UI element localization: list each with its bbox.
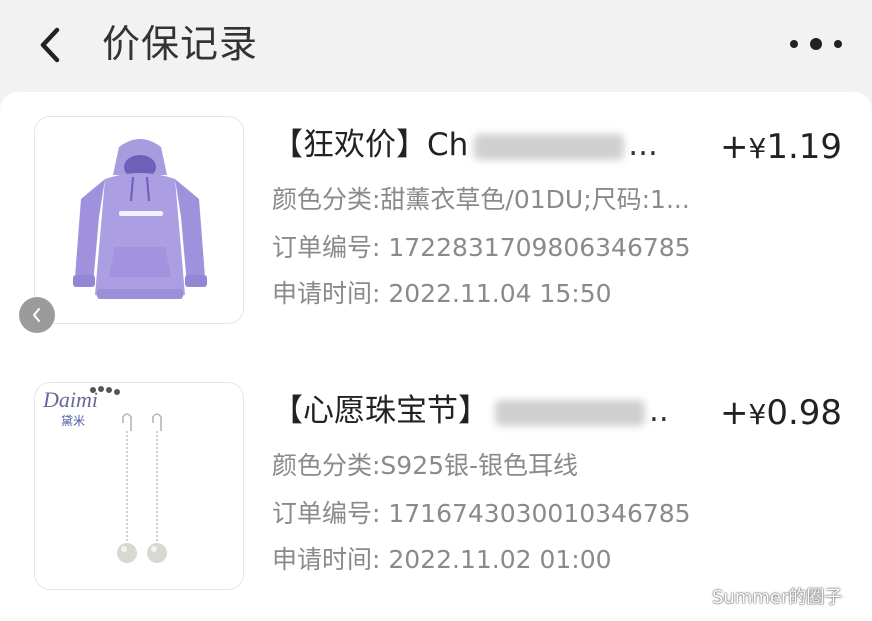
- previous-button[interactable]: [19, 297, 55, 333]
- brand-logo-sub: 黛米: [61, 414, 85, 428]
- product-title: 【心愿珠宝节】...: [272, 388, 672, 434]
- price-sign: +: [720, 127, 749, 167]
- blurred-text: [495, 399, 645, 426]
- chevron-left-icon: [33, 308, 40, 322]
- title-ellipsis: ...: [628, 127, 658, 163]
- order-number: 订单编号: 1716743030010346785: [272, 499, 691, 528]
- watermark: Summer的圈子: [712, 587, 843, 608]
- refund-amount: +¥1.19: [720, 124, 850, 170]
- refund-amount: +¥0.98: [720, 390, 850, 436]
- hoodie-image: [73, 139, 207, 299]
- product-thumbnail[interactable]: [34, 116, 244, 324]
- product-thumbnail[interactable]: Daimi 黛米: [34, 382, 244, 590]
- more-dot-center: [810, 38, 822, 50]
- more-options-button[interactable]: [790, 28, 842, 60]
- price-value: 0.98: [766, 393, 843, 433]
- price-value: 1.19: [766, 127, 843, 167]
- more-dot-right: [834, 40, 842, 48]
- apply-time: 申请时间: 2022.11.04 15:50: [272, 279, 612, 308]
- pearl-earrings-image: Daimi 黛米: [42, 386, 167, 563]
- apply-time: 申请时间: 2022.11.02 01:00: [272, 545, 612, 574]
- product-title-text: 【心愿珠宝节】: [272, 393, 489, 429]
- price-sign: +: [720, 393, 749, 433]
- records-card: 【狂欢价】Ch... +¥1.19 颜色分类:甜薰衣草色/01DU;尺码:1..…: [0, 92, 872, 621]
- page-title: 价保记录: [102, 22, 259, 66]
- back-button[interactable]: [30, 22, 70, 68]
- header-bar: 价保记录: [0, 0, 872, 92]
- product-title: 【狂欢价】Ch...: [272, 122, 672, 168]
- more-dots-icon: [790, 40, 798, 48]
- price-protect-record[interactable]: 【狂欢价】Ch... +¥1.19 颜色分类:甜薰衣草色/01DU;尺码:1..…: [0, 116, 872, 346]
- product-spec: 颜色分类:甜薰衣草色/01DU;尺码:1...: [272, 185, 690, 214]
- brand-logo-text: Daimi: [42, 387, 98, 412]
- product-title-text: 【狂欢价】Ch: [272, 127, 469, 163]
- chevron-left-icon: [40, 27, 60, 63]
- product-spec: 颜色分类:S925银-银色耳线: [272, 451, 579, 480]
- price-currency: ¥: [748, 398, 767, 431]
- price-protect-record[interactable]: Daimi 黛米 【心愿珠宝节】... +¥0.98: [0, 382, 872, 612]
- order-number: 订单编号: 1722831709806346785: [272, 233, 691, 262]
- blurred-text: [474, 133, 625, 160]
- title-ellipsis: ...: [649, 393, 672, 429]
- price-currency: ¥: [748, 132, 767, 165]
